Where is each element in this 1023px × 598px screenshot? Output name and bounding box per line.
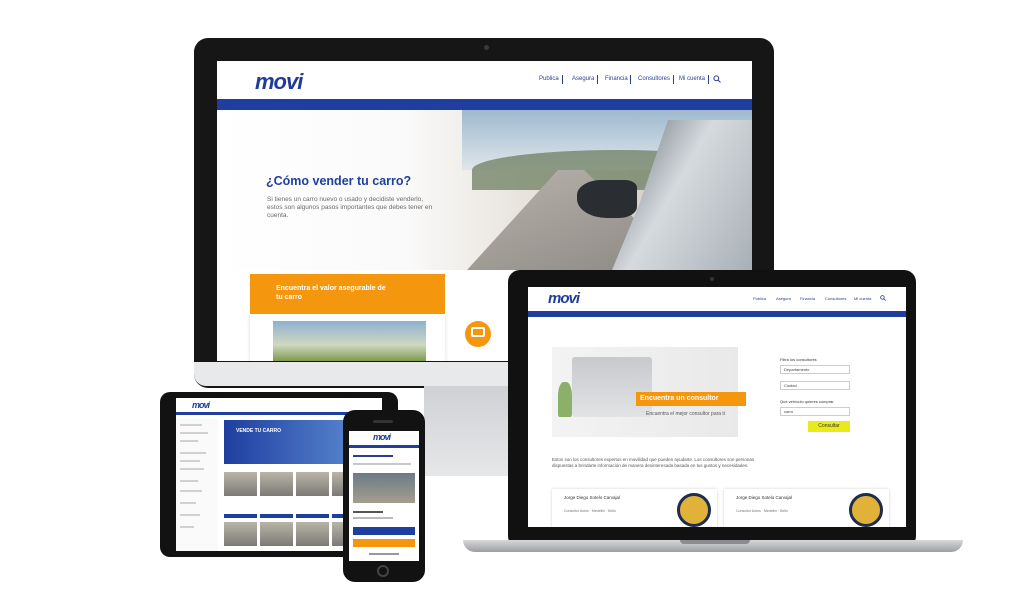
car-listing-photo[interactable]	[260, 522, 293, 546]
insurance-card-header[interactable]: Encuentra el valor asegurable de tu carr…	[250, 274, 445, 314]
spec-line	[353, 511, 383, 513]
filter-line	[180, 480, 198, 482]
nav-consultores[interactable]: Consultores	[638, 76, 670, 82]
nav-mi-cuenta[interactable]: Mi cuenta	[679, 76, 705, 82]
consultant-name: Jorge Diego Sotelo Carvajal	[736, 495, 793, 500]
consultant-card[interactable]: Jorge Diego Sotelo Carvajal Consultor Au…	[724, 489, 889, 527]
contact-button[interactable]	[353, 527, 415, 535]
nav-asegura[interactable]: Asegura	[776, 296, 791, 301]
car-listing-photo[interactable]	[224, 522, 257, 546]
filter-line	[180, 468, 204, 470]
brand-logo[interactable]: movi	[548, 290, 580, 307]
sell-banner-title: VENDE TU CARRO	[236, 428, 282, 434]
insurance-card-label: Encuentra el valor asegurable de tu carr…	[276, 285, 386, 301]
laptop-webcam	[710, 277, 714, 281]
insurance-card-photo	[273, 321, 426, 361]
filter-line	[180, 514, 200, 516]
nav-financia[interactable]: Financia	[800, 296, 815, 301]
nav-asegura[interactable]: Asegura	[572, 76, 594, 82]
listing-title-line	[353, 455, 393, 457]
webcam-dot	[484, 45, 489, 50]
nav-divider	[597, 75, 598, 84]
nav-publica[interactable]: Publica	[539, 76, 559, 82]
avatar	[677, 493, 711, 527]
department-select[interactable]: Departamento	[780, 365, 850, 374]
nav-consultores[interactable]: Consultores	[825, 296, 846, 301]
banner-title: Encuentra un consultor	[640, 395, 719, 402]
nav-divider	[630, 75, 631, 84]
filter-line	[180, 502, 196, 504]
city-select[interactable]: Ciudad	[780, 381, 850, 390]
hero-title: ¿Cómo vender tu carro?	[266, 174, 412, 188]
filter-sidebar	[176, 418, 218, 551]
car-listing-price-bar	[296, 514, 329, 518]
filter-label: Filtrá los consultores	[780, 357, 817, 362]
consultant-info: Consultor Autos · Medellín · Bello	[736, 509, 788, 513]
nav-divider	[562, 75, 563, 84]
brand-logo[interactable]: movi	[255, 69, 303, 95]
search-icon[interactable]	[880, 295, 886, 301]
footer-line	[369, 553, 399, 555]
phone-screen: movi	[349, 431, 419, 561]
car-listing-price-bar	[224, 514, 257, 518]
laptop-navbar: movi Publica Asegura Financia Consultore…	[528, 287, 906, 311]
car-listing-photo[interactable]	[224, 472, 257, 496]
car-photo[interactable]	[353, 473, 415, 503]
laptop-screen: movi Publica Asegura Financia Consultore…	[528, 287, 906, 527]
phone-speaker	[373, 420, 393, 423]
laptop-image	[572, 357, 652, 417]
consultants-intro: Estos son los consultores expertos en mo…	[552, 457, 755, 468]
car-listing-price-bar	[260, 514, 293, 518]
plant-decoration	[558, 382, 572, 417]
laptop-notch	[680, 540, 750, 544]
blue-header-bar	[349, 445, 419, 448]
consult-button[interactable]: Consultar	[808, 421, 850, 432]
vehicle-select[interactable]: carro	[780, 407, 850, 416]
consultant-info: Consultor Autos · Medellín · Bello	[564, 509, 616, 513]
filter-line	[180, 440, 198, 442]
hero-side-mirror	[577, 180, 637, 218]
filter-line	[180, 460, 200, 462]
phone-navbar: movi	[349, 431, 419, 445]
filter-line	[180, 432, 208, 434]
vehicle-label: Qué vehículo quieres comprar	[780, 399, 834, 404]
filter-line	[180, 452, 206, 454]
consultant-name: Jorge Diego Sotelo Carvajal	[564, 495, 621, 500]
hero-description: Si tienes un carro nuevo o usado y decid…	[267, 196, 433, 219]
search-icon[interactable]	[713, 75, 721, 83]
filter-line	[180, 490, 202, 492]
blue-header-bar	[528, 311, 906, 317]
consultant-card[interactable]: Jorge Diego Sotelo Carvajal Consultor Au…	[552, 489, 717, 527]
car-listing-photo[interactable]	[260, 472, 293, 496]
desktop-navbar: movi Publica Asegura Financia Consultore…	[217, 61, 752, 99]
home-button[interactable]	[377, 565, 389, 577]
nav-financia[interactable]: Financia	[605, 76, 628, 82]
nav-divider	[673, 75, 674, 84]
filter-line	[180, 424, 202, 426]
listing-line	[353, 463, 411, 465]
banner-subtitle: Encuentra el mejor consultor para ti	[646, 411, 725, 417]
spec-line	[353, 517, 393, 519]
car-listing-photo[interactable]	[296, 522, 329, 546]
filter-line	[180, 526, 194, 528]
blue-header-bar	[217, 99, 752, 110]
camera-icon-glyph	[471, 327, 485, 337]
finance-button[interactable]	[353, 539, 415, 547]
avatar	[849, 493, 883, 527]
car-listing-photo[interactable]	[296, 472, 329, 496]
nav-publica[interactable]: Publica	[753, 296, 766, 301]
brand-logo[interactable]: movi	[192, 400, 210, 410]
hero-banner: ¿Cómo vender tu carro? Si tienes un carr…	[217, 110, 752, 270]
nav-divider	[708, 75, 709, 84]
nav-mi-cuenta[interactable]: Mi cuenta	[854, 296, 871, 301]
brand-logo[interactable]: movi	[373, 432, 391, 442]
